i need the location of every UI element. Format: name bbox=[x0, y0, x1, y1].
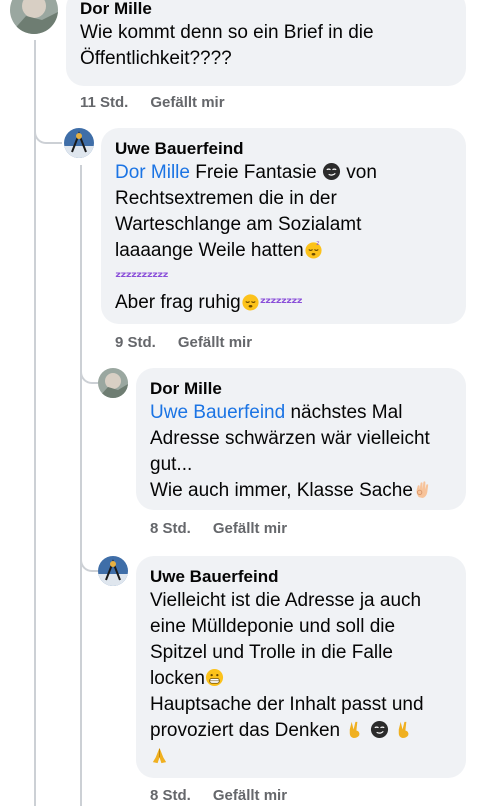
comment-text: Dor Mille Freie Fantasie von Rechtsextre… bbox=[115, 160, 452, 316]
comment-meta: 9 Std. Gefällt mir bbox=[115, 333, 252, 353]
avatar[interactable] bbox=[98, 368, 128, 398]
zzz-emoji-row: ᶻᶻᶻᶻᶻᶻᶻᶻᶻᶻ bbox=[115, 268, 169, 286]
comment-bubble: Dor Mille Uwe Bauerfeind nächstes Mal Ad… bbox=[136, 368, 466, 510]
comment-author[interactable]: Uwe Bauerfeind bbox=[150, 566, 452, 588]
victory-hand-emoji bbox=[350, 721, 360, 739]
like-button[interactable]: Gefällt mir bbox=[213, 787, 287, 804]
timestamp[interactable]: 8 Std. bbox=[150, 787, 191, 804]
svg-text:z: z bbox=[316, 241, 319, 247]
mention-link[interactable]: Dor Mille bbox=[115, 162, 190, 183]
comment-text: Uwe Bauerfeind nächstes Mal Adresse schw… bbox=[150, 400, 452, 504]
comment-bubble: Dor Mille Wie kommt denn so ein Brief in… bbox=[66, 0, 466, 86]
thread-line-reply1 bbox=[80, 165, 82, 806]
thread-elbow-reply1 bbox=[34, 120, 62, 144]
timestamp[interactable]: 8 Std. bbox=[150, 520, 191, 537]
timestamp[interactable]: 9 Std. bbox=[115, 334, 156, 351]
mention-link[interactable]: Uwe Bauerfeind bbox=[150, 402, 285, 423]
comment-meta: 8 Std. Gefällt mir bbox=[150, 786, 287, 806]
thread-line-main bbox=[34, 40, 36, 806]
comment-author[interactable]: Dor Mille bbox=[80, 0, 452, 20]
ok-hand-emoji bbox=[416, 481, 429, 499]
like-button[interactable]: Gefällt mir bbox=[213, 520, 287, 537]
zzz-emoji-row: ᶻᶻᶻᶻᶻᶻᶻᶻ bbox=[259, 294, 303, 312]
like-button[interactable]: Gefällt mir bbox=[150, 94, 224, 111]
sleeping-face-emoji bbox=[242, 294, 259, 311]
smirk-face-emoji bbox=[370, 720, 388, 739]
comment-bubble: Uwe Bauerfeind Dor Mille Freie Fantasie … bbox=[101, 128, 466, 324]
comment-author[interactable]: Uwe Bauerfeind bbox=[115, 138, 452, 160]
avatar[interactable] bbox=[64, 128, 94, 158]
comment-text: Vielleicht ist die Adresse ja auch eine … bbox=[150, 588, 452, 770]
comment-author[interactable]: Dor Mille bbox=[150, 378, 452, 400]
like-button[interactable]: Gefällt mir bbox=[178, 334, 252, 351]
comment-bubble: Uwe Bauerfeind Vielleicht ist die Adress… bbox=[136, 556, 466, 778]
folded-hands-emoji bbox=[152, 747, 167, 764]
avatar[interactable] bbox=[98, 556, 128, 586]
timestamp[interactable]: 11 Std. bbox=[80, 94, 128, 111]
thread-elbow-reply3 bbox=[80, 548, 98, 572]
smirk-face-emoji bbox=[322, 162, 341, 181]
avatar[interactable] bbox=[10, 0, 58, 34]
comment-text: Wie kommt denn so ein Brief in die Öffen… bbox=[80, 22, 374, 69]
thread-elbow-reply2 bbox=[80, 360, 98, 384]
victory-hand-emoji bbox=[398, 721, 409, 739]
comment-meta: 8 Std. Gefällt mir bbox=[150, 519, 287, 539]
comment-meta: 11 Std. Gefällt mir bbox=[80, 93, 225, 113]
grimacing-face-emoji bbox=[205, 668, 223, 687]
sleeping-face-emoji: z bbox=[305, 241, 322, 259]
